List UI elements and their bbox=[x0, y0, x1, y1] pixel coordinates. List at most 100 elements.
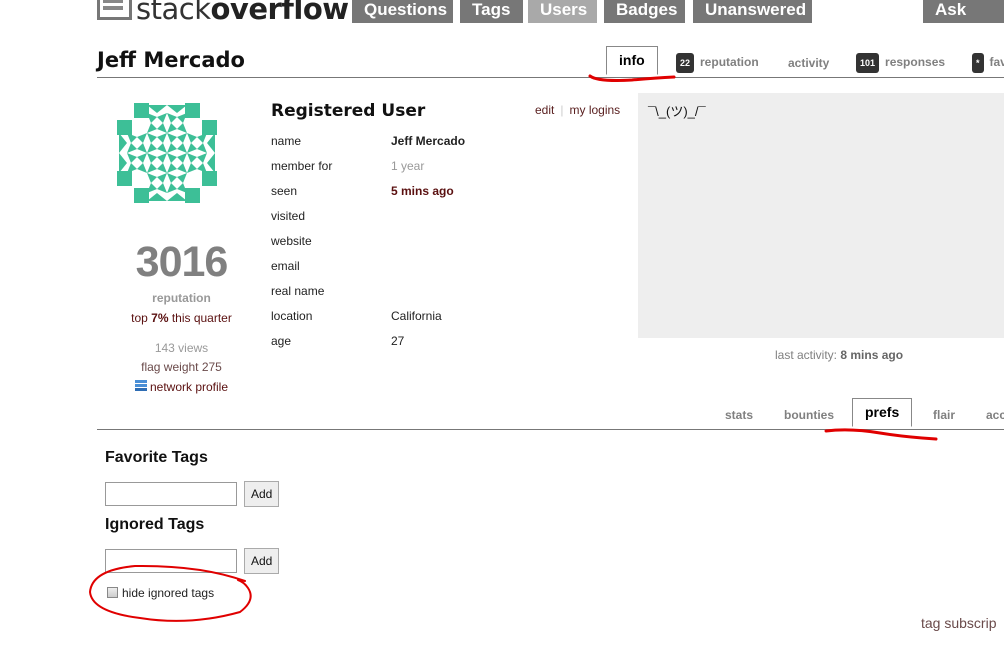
avatar-shape bbox=[157, 143, 167, 153]
field-value-seen: 5 mins ago bbox=[391, 184, 454, 198]
avatar-shape bbox=[207, 153, 215, 173]
avatar-shape bbox=[177, 133, 187, 143]
reputation-count-badge: 22 bbox=[676, 53, 695, 73]
field-label-website: website bbox=[271, 234, 312, 248]
reputation-label: reputation bbox=[152, 291, 211, 305]
tab-label: reputation bbox=[700, 55, 759, 70]
tab-reputation[interactable]: 22 reputation bbox=[676, 53, 759, 73]
avatar-shape bbox=[197, 143, 207, 153]
field-label-visited: visited bbox=[271, 209, 306, 223]
avatar-shape bbox=[197, 153, 207, 163]
avatar-shape bbox=[167, 133, 177, 143]
favorites-badge: * bbox=[972, 53, 984, 73]
avatar-shape bbox=[167, 163, 177, 173]
field-label-member-for: member for bbox=[271, 159, 333, 173]
field-label-location: location bbox=[271, 309, 313, 323]
edit-link[interactable]: edit bbox=[535, 103, 554, 117]
separator: | bbox=[560, 103, 564, 117]
tab-responses[interactable]: 101 responses bbox=[856, 53, 945, 73]
avatar-shape bbox=[185, 188, 200, 203]
hide-ignored-checkbox[interactable] bbox=[107, 587, 118, 598]
tab-info[interactable]: info bbox=[606, 46, 658, 75]
stack-logo-icon bbox=[97, 0, 132, 21]
avatar-shape bbox=[117, 171, 132, 186]
logo-wordmark: stackoverflow bbox=[136, 0, 349, 26]
tab-favorites[interactable]: * fav bbox=[972, 53, 1004, 73]
nav-unanswered[interactable]: Unanswered bbox=[693, 0, 812, 23]
site-logo[interactable]: stackoverflow bbox=[97, 0, 349, 26]
nav-tags[interactable]: Tags bbox=[460, 0, 523, 23]
field-label-age: age bbox=[271, 334, 292, 348]
avatar-shape bbox=[119, 153, 127, 173]
avatar-shape bbox=[187, 153, 197, 163]
ask-question-button[interactable]: Ask Ques bbox=[923, 0, 1004, 39]
tab-label: fav bbox=[989, 55, 1004, 70]
profile-views: 143 views bbox=[154, 341, 209, 355]
network-profile-link[interactable]: network profile bbox=[105, 380, 258, 394]
flag-weight: flag weight 275 bbox=[141, 360, 222, 374]
add-favorite-tag-button[interactable]: Add bbox=[244, 481, 280, 507]
section-title: Registered User bbox=[271, 101, 426, 121]
subtab-stats[interactable]: stats bbox=[725, 408, 753, 422]
field-value-name: Jeff Mercado bbox=[391, 134, 466, 148]
add-ignored-tag-button[interactable]: Add bbox=[244, 548, 280, 574]
nav-users[interactable]: Users bbox=[528, 0, 597, 23]
avatar-shape bbox=[147, 173, 157, 183]
avatar-shape bbox=[157, 183, 167, 193]
avatar-shape bbox=[157, 113, 167, 123]
field-value-member-for: 1 year bbox=[391, 159, 425, 173]
subtab-accounts[interactable]: acc bbox=[986, 408, 1004, 422]
hide-ignored-label[interactable]: hide ignored tags bbox=[122, 586, 214, 600]
avatar-shape bbox=[167, 183, 177, 193]
avatar-shape bbox=[167, 143, 177, 153]
annotation-underline-prefs bbox=[824, 428, 938, 441]
field-label-name: name bbox=[271, 134, 302, 148]
tag-subscriptions-link[interactable]: tag subscrip bbox=[921, 615, 996, 631]
top-percent-quarter[interactable]: top 7% this quarter bbox=[105, 311, 258, 325]
subtab-prefs[interactable]: prefs bbox=[852, 398, 913, 427]
avatar-shape bbox=[167, 173, 177, 183]
avatar-shape bbox=[137, 133, 147, 143]
my-logins-link[interactable]: my logins bbox=[569, 103, 620, 117]
subtab-bounties[interactable]: bounties bbox=[784, 408, 834, 422]
avatar-shape bbox=[127, 143, 137, 153]
nav-questions[interactable]: Questions bbox=[352, 0, 453, 23]
field-label-real-name: real name bbox=[271, 284, 325, 298]
avatar-shape bbox=[187, 163, 197, 173]
about-me-text: ¯\_(ツ)_/¯ bbox=[648, 104, 706, 119]
ignored-tags-input[interactable] bbox=[105, 549, 237, 573]
field-value-location: California bbox=[391, 309, 442, 323]
subtab-flair[interactable]: flair bbox=[933, 408, 955, 422]
tab-label: responses bbox=[885, 55, 946, 70]
favorite-tags-heading: Favorite Tags bbox=[105, 449, 208, 466]
stack-exchange-icon bbox=[134, 380, 147, 394]
user-display-name: Jeff Mercado bbox=[97, 48, 245, 72]
avatar-shape bbox=[157, 133, 167, 143]
responses-count-badge: 101 bbox=[856, 53, 880, 73]
nav-badges[interactable]: Badges bbox=[604, 0, 685, 23]
user-avatar[interactable] bbox=[117, 103, 217, 203]
ignored-tags-heading: Ignored Tags bbox=[105, 516, 205, 533]
avatar-shape bbox=[157, 163, 167, 173]
avatar-shape bbox=[134, 103, 149, 118]
avatar-shape bbox=[187, 133, 197, 143]
field-label-email: email bbox=[271, 259, 300, 273]
about-me-box: ¯\_(ツ)_/¯ bbox=[638, 93, 1004, 338]
avatar-shape bbox=[127, 153, 137, 163]
avatar-shape bbox=[177, 123, 187, 133]
favorite-tags-input[interactable] bbox=[105, 482, 237, 506]
avatar-shape bbox=[134, 188, 149, 203]
avatar-shape bbox=[147, 133, 157, 143]
avatar-shape bbox=[119, 133, 127, 153]
avatar-shape bbox=[187, 143, 197, 153]
avatar-shape bbox=[207, 133, 215, 153]
avatar-shape bbox=[147, 153, 157, 163]
avatar-shape bbox=[157, 153, 167, 163]
avatar-shape bbox=[137, 163, 147, 173]
reputation-score: 3016 bbox=[135, 238, 229, 286]
avatar-shape bbox=[147, 143, 157, 153]
subtabs-divider bbox=[97, 429, 1004, 430]
avatar-shape bbox=[185, 103, 200, 118]
avatar-shape bbox=[117, 120, 132, 135]
tab-activity[interactable]: activity bbox=[788, 56, 829, 70]
